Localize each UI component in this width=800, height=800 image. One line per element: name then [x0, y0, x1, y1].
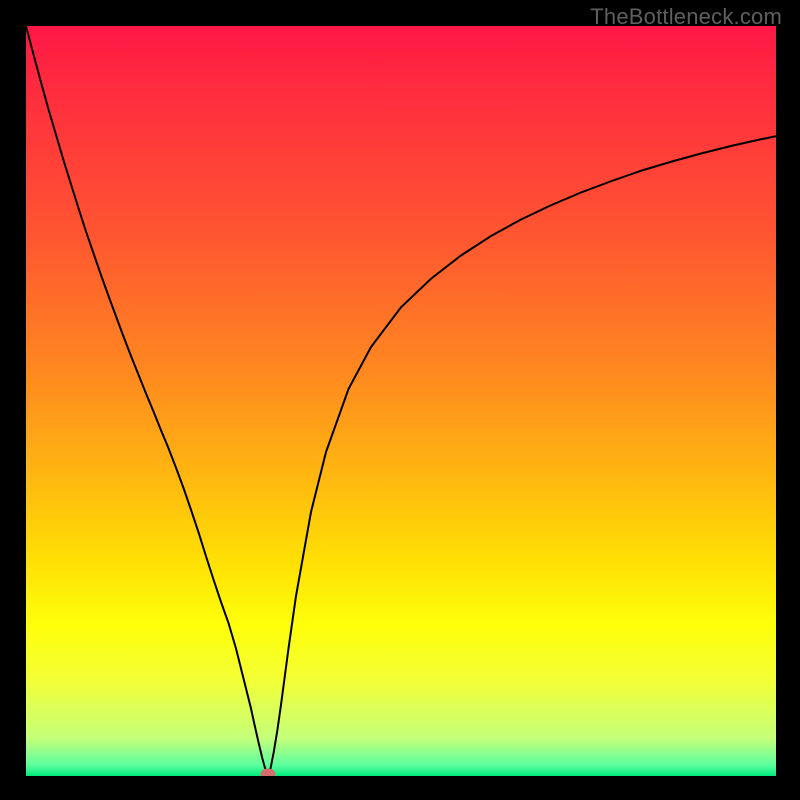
minimum-marker: [260, 768, 275, 776]
bottleneck-curve-svg: [26, 26, 776, 776]
watermark-label: TheBottleneck.com: [590, 4, 782, 30]
bottleneck-curve-path: [26, 26, 776, 774]
chart-area: [26, 26, 776, 776]
